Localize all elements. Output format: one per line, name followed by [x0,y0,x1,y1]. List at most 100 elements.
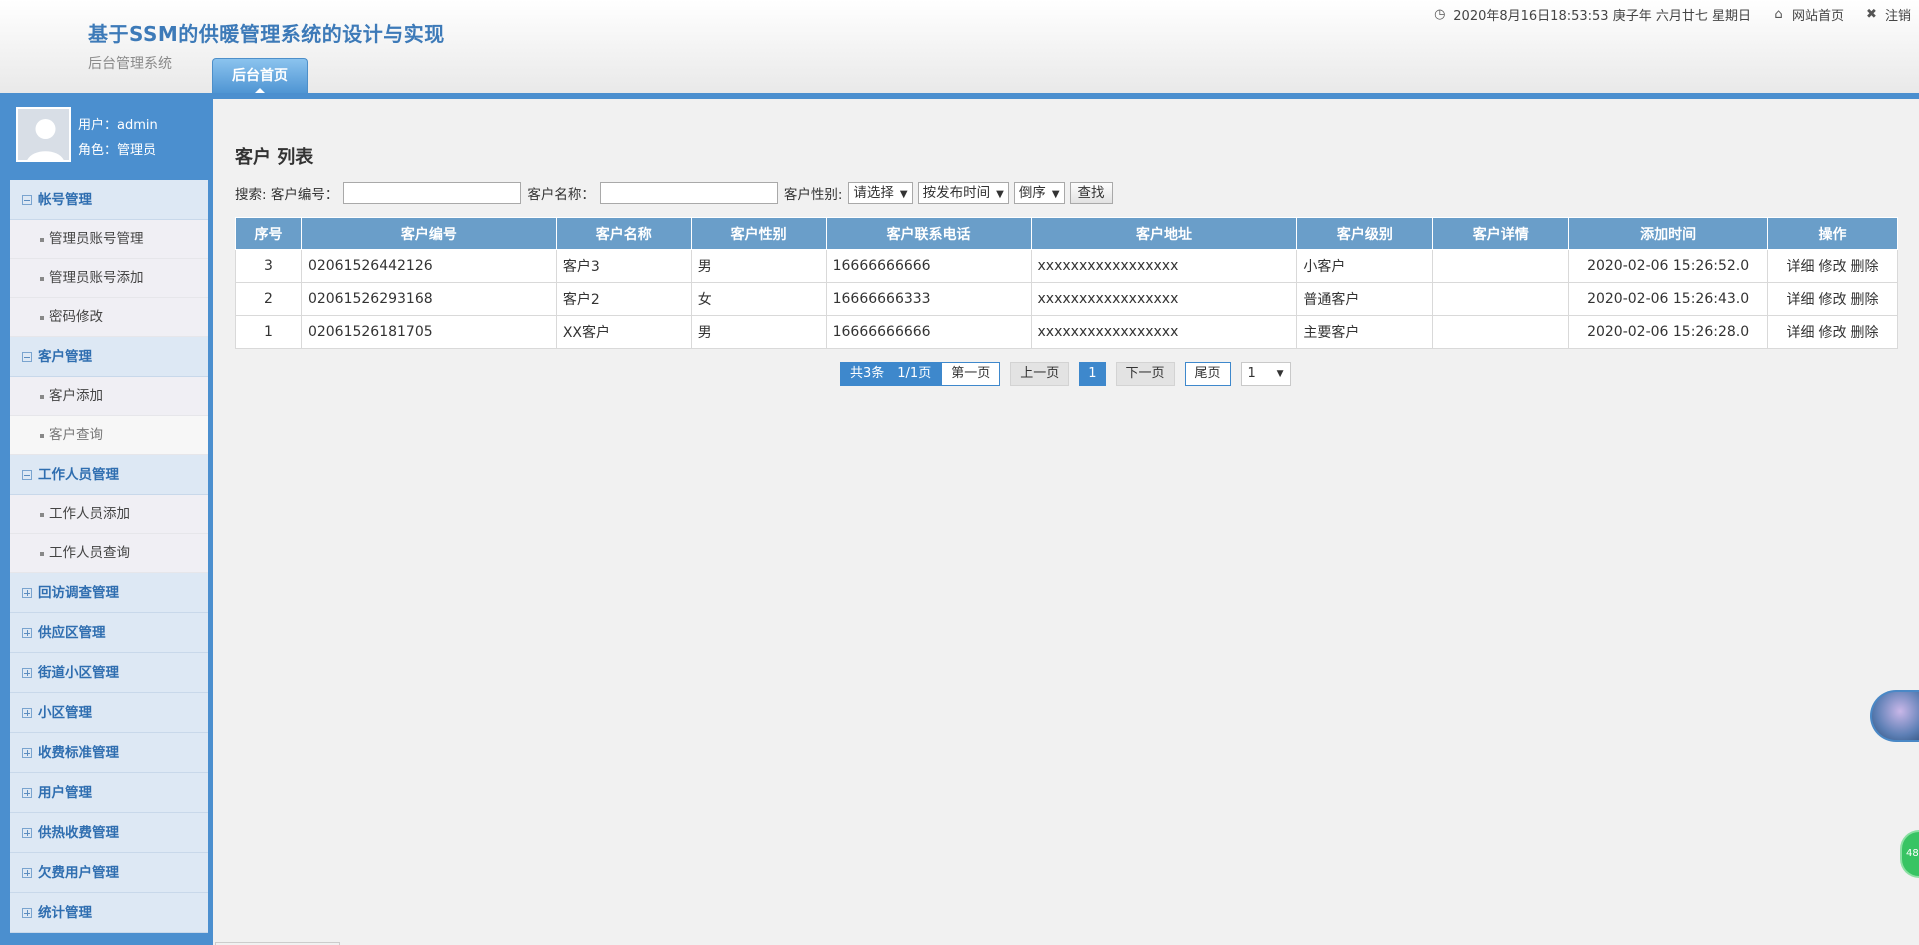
cell-address: xxxxxxxxxxxxxxxxx [1030,249,1298,283]
cell-level: 小客户 [1296,249,1434,283]
datetime-text: 2020年8月16日18:53:53 庚子年 六月廿七 星期日 [1453,9,1751,24]
pager-jump-select[interactable]: 1 ▼ [1240,362,1291,386]
sidebar-item-staff-query[interactable]: 工作人员查询 [10,534,208,573]
column-header: 客户名称 [555,217,692,250]
sidebar-item-customer-add[interactable]: 客户添加 [10,377,208,416]
search-button[interactable]: 查找 [1069,182,1113,204]
search-code-label: 搜索: 客户编号： [235,187,339,203]
column-header: 客户级别 [1296,217,1434,250]
sidebar-item-admin-accounts[interactable]: 管理员账号管理 [10,220,208,259]
cell-sex: 男 [690,249,827,283]
customer-name-input[interactable] [599,182,778,204]
cell-time: 2020-02-06 15:26:43.0 [1568,282,1769,316]
system-subtitle: 后台管理系统 [88,56,172,72]
pager-next-button[interactable]: 下一页 [1115,362,1175,386]
cell-time: 2020-02-06 15:26:52.0 [1568,249,1769,283]
sidebar-item-admin-add[interactable]: 管理员账号添加 [10,259,208,298]
sidebar-group-customer[interactable]: 客户管理 [10,337,208,377]
user-info: 用户：admin 角色：管理员 [0,99,213,179]
sidebar-item-staff-add[interactable]: 工作人员添加 [10,495,208,534]
tab-home-label: 后台首页 [232,68,288,84]
cell-phone: 16666666333 [825,282,1032,316]
detail-link[interactable]: 详细 [1787,259,1815,275]
detail-link[interactable]: 详细 [1787,292,1815,308]
top-bar: ◷ 2020年8月16日18:53:53 庚子年 六月廿七 星期日 ⌂ 网站首页… [1432,5,1911,24]
sort-field-select[interactable]: 按发布时间 ▼ [917,182,1009,204]
sidebar-group-account[interactable]: 帐号管理 [10,180,208,220]
sidebar-group-arrears[interactable]: 欠费用户管理 [10,853,208,893]
cell-address: xxxxxxxxxxxxxxxxx [1030,282,1298,316]
cell-detail [1432,315,1570,349]
home-link[interactable]: 网站首页 [1792,5,1844,24]
user-silhouette-icon [18,109,69,160]
cell-detail [1432,249,1570,283]
table-row: 1 02061526181705 XX客户 男 16666666666 xxxx… [235,315,1898,349]
cell-time: 2020-02-06 15:26:28.0 [1568,315,1769,349]
sidebar-menu: 帐号管理 管理员账号管理 管理员账号添加 密码修改 客户管理 客户添加 客户查询… [10,180,208,933]
home-icon[interactable]: ⌂ [1771,7,1786,22]
user-name: 用户：admin [78,118,158,133]
edit-link[interactable]: 修改 [1819,259,1847,275]
table-row: 3 02061526442126 客户3 男 16666666666 xxxxx… [235,249,1898,283]
sidebar-item-password[interactable]: 密码修改 [10,298,208,337]
sex-select[interactable]: 请选择 ▼ [848,182,913,204]
sidebar-group-statistics[interactable]: 统计管理 [10,893,208,933]
sort-order-select[interactable]: 倒序 ▼ [1013,182,1065,204]
pager-current-page[interactable]: 1 [1079,362,1106,386]
expand-icon [22,827,32,838]
delete-link[interactable]: 删除 [1851,292,1879,308]
expand-icon [22,747,32,758]
logout-link[interactable]: 注销 [1885,5,1911,24]
tab-home[interactable]: 后台首页 [212,58,308,93]
expand-icon [22,867,32,878]
cell-sex: 男 [690,315,827,349]
cell-name: 客户2 [555,282,692,316]
search-bar: 搜索: 客户编号： 客户名称： 客户性别: 请选择 ▼ 按发布时间 ▼ 倒序 ▼ 查找 [235,182,1113,204]
collapse-icon [22,469,32,480]
customer-table: 序号 客户编号 客户名称 客户性别 客户联系电话 客户地址 客户级别 客户详情 … [235,217,1898,349]
expand-icon [22,907,32,918]
expand-icon [22,627,32,638]
pagination: 共3条 1/1页 第一页 上一页 1 下一页 尾页 1 ▼ [840,362,1301,386]
expand-icon [22,667,32,678]
column-header: 操作 [1767,217,1898,250]
pager-last-button[interactable]: 尾页 [1184,362,1231,386]
detail-link[interactable]: 详细 [1787,325,1815,341]
pager-total: 共3条 1/1页 [840,362,942,386]
sidebar-group-supply-area[interactable]: 供应区管理 [10,613,208,653]
cell-name: XX客户 [555,315,692,349]
expand-icon [22,587,32,598]
edit-link[interactable]: 修改 [1819,292,1847,308]
column-header: 客户编号 [300,217,557,250]
page-title: 客户 列表 [235,147,314,168]
close-icon[interactable]: ✖ [1864,7,1879,22]
delete-link[interactable]: 删除 [1851,259,1879,275]
pager-first-button[interactable]: 第一页 [941,362,1001,386]
sidebar-group-street[interactable]: 街道小区管理 [10,653,208,693]
delete-link[interactable]: 删除 [1851,325,1879,341]
column-header: 客户地址 [1030,217,1298,250]
sidebar-group-fee-standard[interactable]: 收费标准管理 [10,733,208,773]
cell-level: 主要客户 [1296,315,1434,349]
expand-icon [22,787,32,798]
cell-actions: 详细 修改 删除 [1767,315,1898,349]
sidebar-item-customer-query[interactable]: 客户查询 [10,416,208,455]
sidebar-group-heating-fee[interactable]: 供热收费管理 [10,813,208,853]
customer-code-input[interactable] [343,182,522,204]
sidebar-group-survey[interactable]: 回访调查管理 [10,573,208,613]
floating-avatar-widget[interactable] [1870,690,1919,742]
cell-no: 2 [235,282,302,316]
cell-actions: 详细 修改 删除 [1767,282,1898,316]
sidebar-group-community[interactable]: 小区管理 [10,693,208,733]
column-header: 序号 [235,217,302,250]
cell-sex: 女 [690,282,827,316]
column-header: 客户联系电话 [825,217,1032,250]
pager-prev-button[interactable]: 上一页 [1010,362,1070,386]
cell-code: 02061526293168 [300,282,557,316]
sidebar-group-staff[interactable]: 工作人员管理 [10,455,208,495]
cell-detail [1432,282,1570,316]
edit-link[interactable]: 修改 [1819,325,1847,341]
sidebar-group-users[interactable]: 用户管理 [10,773,208,813]
cell-no: 1 [235,315,302,349]
cell-phone: 16666666666 [825,249,1032,283]
